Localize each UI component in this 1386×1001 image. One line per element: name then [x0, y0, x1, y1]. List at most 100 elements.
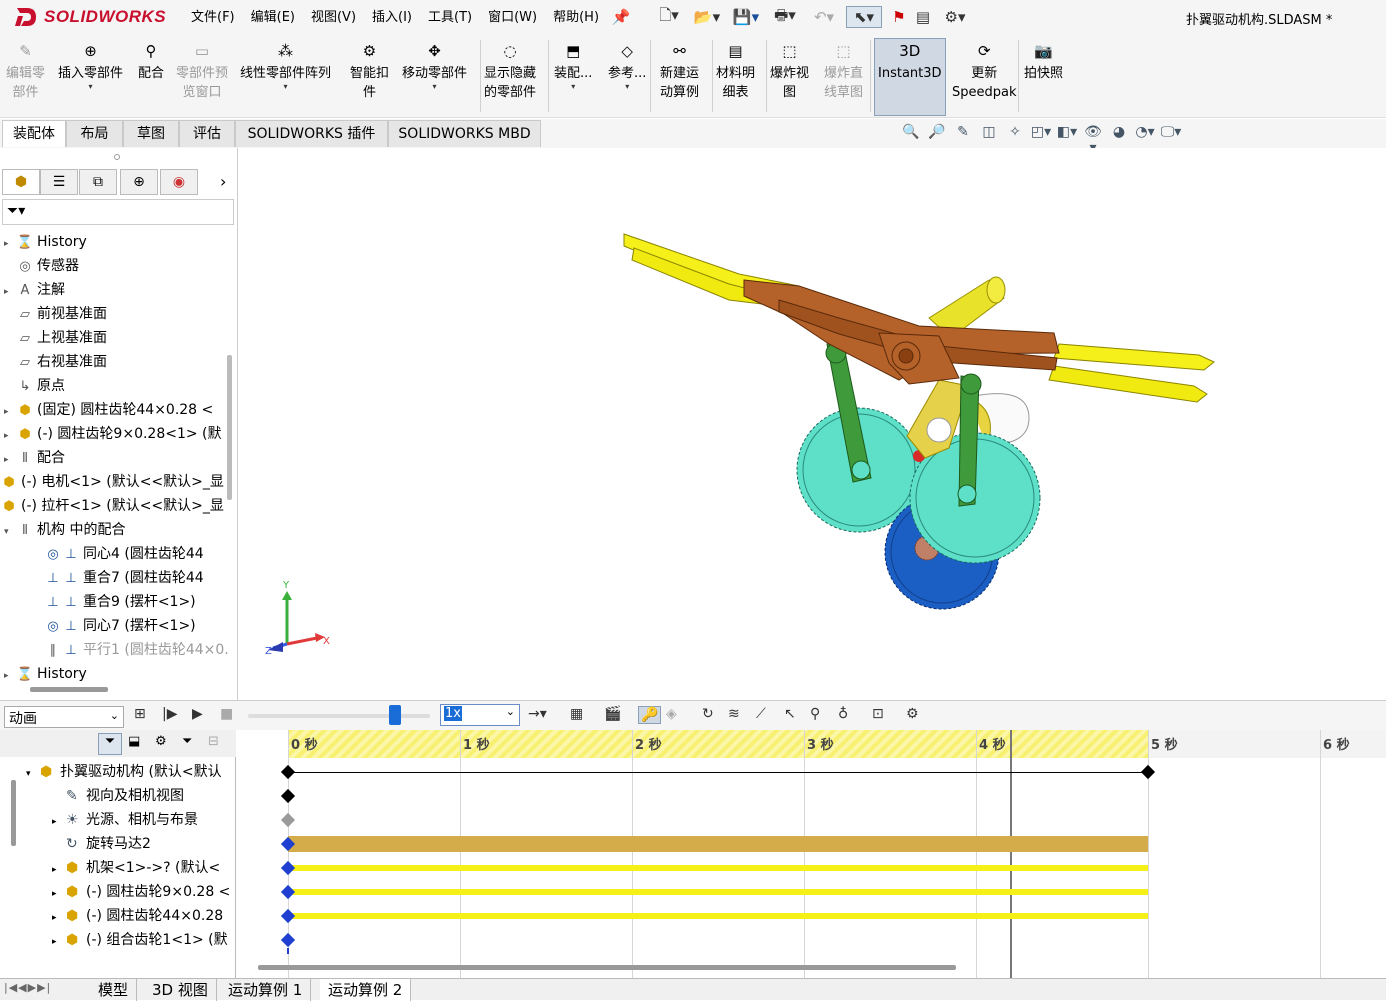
save-animation-icon[interactable]: ▦ — [570, 706, 583, 722]
expand-toggle-icon[interactable]: ▸ — [4, 400, 16, 422]
playback-slider-track[interactable] — [248, 714, 430, 718]
motion-tree-item[interactable]: ▸ ☀ 光源、相机与布景 — [52, 808, 232, 832]
keyframe-diamond[interactable] — [280, 788, 296, 804]
linkage-beam[interactable] — [743, 279, 1060, 385]
add-key-icon[interactable]: ◈ — [666, 706, 677, 722]
motor-icon[interactable]: ↻ — [702, 706, 714, 722]
timeline[interactable]: 0 秒 1 秒 2 秒 3 秒 4 秒 5 秒 6 秒 — [238, 730, 1386, 978]
solidworks-logo[interactable]: SOLIDWORKS — [14, 4, 166, 30]
display-manager-tab-icon[interactable]: ◉ — [160, 169, 198, 195]
tab-motion-study-2[interactable]: 运动算例 2 — [320, 979, 412, 1001]
tree-item[interactable]: ⊥ ⊥ 重合7 (圆柱齿轮44 — [44, 566, 228, 590]
motion-tree-item[interactable]: ▸ ⬢ (-) 圆柱齿轮44×0.28 — [52, 904, 232, 928]
configuration-manager-tab-icon[interactable]: ⧉ — [79, 169, 117, 195]
linear-pattern-button[interactable]: ⁂ 线性零部件阵列 ▾ — [240, 40, 331, 91]
tab-solidworks-addins[interactable]: SOLIDWORKS 插件 — [235, 120, 388, 147]
stop-icon[interactable]: ■ — [220, 706, 233, 722]
tree-hscrollbar[interactable] — [30, 687, 108, 692]
assembly-model[interactable]: Y X Z — [239, 148, 1386, 700]
graphics-viewport[interactable]: Y X Z — [239, 148, 1386, 700]
tab-solidworks-mbd[interactable]: SOLIDWORKS MBD — [388, 120, 541, 147]
menu-view[interactable]: 视图(V) — [303, 9, 364, 27]
tree-item[interactable]: ▸ ⬢ (固定) 圆柱齿轮44×0.28 < — [4, 398, 228, 422]
timeline-hscrollbar[interactable] — [258, 965, 956, 970]
animation-wizard-icon[interactable]: 🎬 — [604, 706, 621, 722]
playback-mode-icon[interactable]: →▾ — [528, 706, 547, 722]
save-icon[interactable]: 💾▾ — [729, 6, 763, 28]
tree-vscrollbar[interactable] — [227, 355, 232, 500]
motion-tree-item[interactable]: ▸ ⬢ (-) 圆柱齿轮9×0.28 < — [52, 880, 232, 904]
feature-manager-tab-icon[interactable]: ⬢ — [2, 169, 40, 195]
expand-toggle-icon[interactable]: ▸ — [4, 424, 16, 446]
print-icon[interactable]: 🖶▾ — [768, 6, 802, 28]
tree-item[interactable]: ◎ ⊥ 同心7 (摆杆<1>) — [44, 614, 228, 638]
expand-toggle-icon[interactable]: ▸ — [52, 810, 66, 832]
tree-item[interactable]: ⬢ (-) 电机<1> (默认<<默认>_显 — [0, 470, 228, 494]
filter-selected-icon[interactable]: ⚙ — [155, 734, 167, 749]
explode-line-button[interactable]: ⬚ 爆炸直 线草图 — [824, 40, 863, 102]
time-bar[interactable] — [1010, 730, 1013, 978]
autokey-icon[interactable]: 🔑 — [638, 706, 662, 724]
results-plots-icon[interactable]: ⊡ — [872, 706, 884, 722]
motion-tree-item[interactable]: ✎ 视向及相机视图 — [52, 784, 232, 808]
chevron-down-icon[interactable]: ▾ — [284, 83, 288, 91]
component-timeline-bar[interactable] — [288, 889, 1148, 895]
tree-item[interactable]: ▱ 右视基准面 — [4, 350, 228, 374]
select-icon[interactable]: ⬉▾ — [846, 6, 882, 28]
tab-motion-study-1[interactable]: 运动算例 1 — [220, 979, 312, 1001]
open-icon[interactable]: 📂▾ — [690, 6, 724, 28]
contact-icon[interactable]: ⚲ — [810, 706, 820, 722]
keyframe-diamond[interactable] — [280, 932, 296, 948]
tree-item[interactable]: ▸ ⌛ History — [4, 230, 228, 254]
bom-button[interactable]: ▤ 材料明 细表 — [716, 40, 755, 102]
instant3d-button[interactable]: 3D Instant3D — [878, 40, 942, 83]
right-wing-upper[interactable] — [1053, 343, 1215, 371]
expand-toggle-icon[interactable]: ▸ — [52, 858, 66, 880]
keyframe-diamond[interactable] — [280, 908, 296, 924]
expand-toggle-icon[interactable]: ▸ — [52, 930, 66, 952]
tree-item[interactable]: ◎ 传感器 — [4, 254, 228, 278]
keyframe-diamond[interactable] — [280, 812, 296, 828]
motion-tree-scrollbar[interactable] — [11, 780, 16, 846]
smart-fastener-button[interactable]: ⚙ 智能扣件 — [350, 40, 389, 102]
motion-tree-item[interactable]: ▸ ⬢ 机架<1>->? (默认< — [52, 856, 232, 880]
calculate-icon[interactable]: ⊞ — [134, 706, 146, 722]
new-document-icon[interactable]: 🗋▾ — [652, 6, 686, 28]
gravity-icon[interactable]: ♁ — [838, 706, 848, 722]
file-properties-icon[interactable]: ▤ — [913, 6, 933, 28]
motion-tree-item[interactable]: ▾ ⬢ 扑翼驱动机构 (默认<默认 — [26, 760, 232, 784]
filter-collapse-icon[interactable]: ⊟ — [208, 734, 219, 749]
playback-slider-thumb[interactable] — [389, 705, 402, 725]
keyframe-diamond[interactable] — [280, 764, 296, 780]
motion-study-properties-icon[interactable]: ⚙ — [906, 706, 919, 722]
force-icon[interactable]: ↖ — [784, 706, 796, 722]
move-component-button[interactable]: ✥ 移动零部件 ▾ — [402, 40, 467, 91]
keyframe-diamond-end[interactable] — [1140, 764, 1156, 780]
spring-icon[interactable]: ≋ — [728, 706, 740, 722]
undo-icon[interactable]: ↶▾ — [808, 6, 840, 28]
expand-toggle-icon[interactable]: ▾ — [4, 520, 16, 542]
mate-button[interactable]: ⚲ 配合 — [138, 40, 164, 83]
tree-item[interactable]: ▾ ⫴ 机构 中的配合 — [4, 518, 228, 542]
component-timeline-bar[interactable] — [288, 913, 1148, 919]
tree-item[interactable]: ▸ A 注解 — [4, 278, 228, 302]
filter-results-icon[interactable]: ⏷ — [182, 734, 192, 749]
snapshot-button[interactable]: 📷 拍快照 — [1024, 40, 1063, 83]
menu-tools[interactable]: 工具(T) — [420, 9, 480, 27]
tab-assembly[interactable]: 装配体 — [2, 120, 66, 147]
tab-sketch[interactable]: 草图 — [123, 120, 179, 147]
dimxpert-tab-icon[interactable]: ⊕ — [120, 169, 158, 195]
component-timeline-bar[interactable] — [288, 865, 1148, 871]
menu-help[interactable]: 帮助(H) — [545, 9, 607, 27]
assembly-features-button[interactable]: ⬒ 装配... ▾ — [554, 40, 592, 91]
filter-animated-icon[interactable]: ⏷ — [98, 733, 122, 755]
tab-3d-view[interactable]: 3D 视图 — [144, 979, 217, 1001]
filter-driving-icon[interactable]: ⬓ — [128, 734, 140, 749]
rebuild-icon[interactable]: ⚑ — [890, 6, 908, 28]
tree-item[interactable]: ▱ 上视基准面 — [4, 326, 228, 350]
motor-timeline-bar[interactable] — [288, 836, 1148, 852]
keyframe-diamond[interactable] — [280, 884, 296, 900]
tree-item[interactable]: ∥ ⊥ 平行1 (圆柱齿轮44×0. — [44, 638, 228, 662]
tree-item[interactable]: ↳ 原点 — [4, 374, 228, 398]
tree-item[interactable]: ⊥ ⊥ 重合9 (摆杆<1>) — [44, 590, 228, 614]
